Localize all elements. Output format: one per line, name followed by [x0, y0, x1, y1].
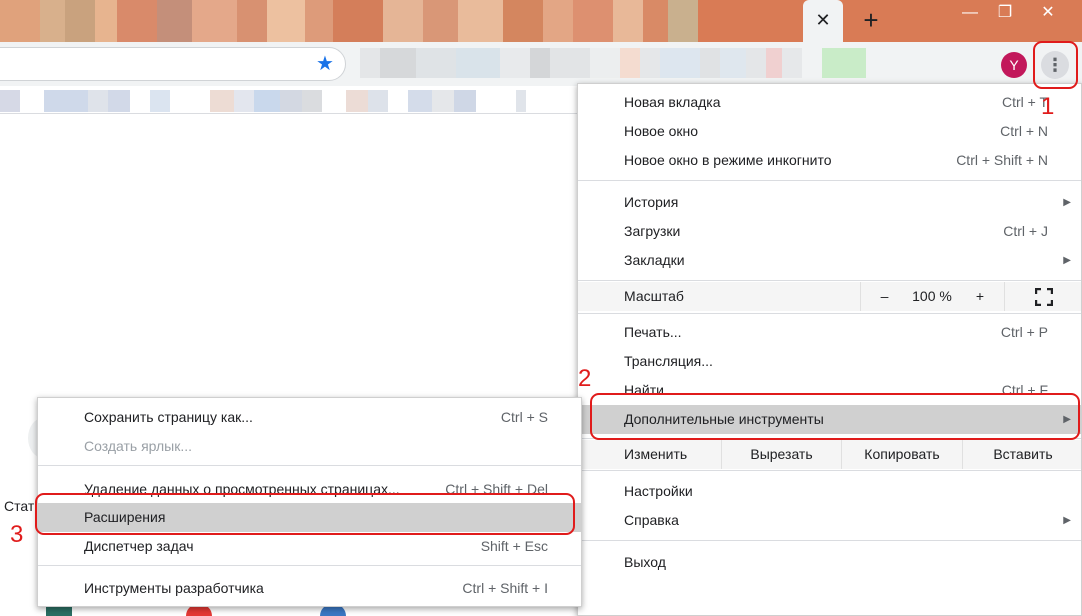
- submenu-arrow-icon: ▶: [1063, 515, 1071, 526]
- menu-item-dev-tools[interactable]: Инструменты разработчика Ctrl + Shift + …: [38, 574, 581, 603]
- fullscreen-icon: [1034, 287, 1054, 307]
- blurred-tabs: [0, 0, 698, 42]
- highlight-box: [35, 493, 575, 535]
- star-icon[interactable]: ★: [312, 50, 338, 78]
- step-number: 2: [578, 365, 592, 392]
- menu-item-new-tab[interactable]: Новая вкладка Ctrl + T: [578, 88, 1081, 117]
- menu-item-shortcut: Ctrl + J: [1003, 223, 1048, 239]
- menu-item-shortcut: Ctrl + S: [500, 409, 548, 425]
- menu-separator: [38, 465, 581, 466]
- menu-item-label: Диспетчер задач: [84, 538, 194, 554]
- menu-separator: [578, 470, 1081, 471]
- zoom-in-button[interactable]: +: [956, 282, 1004, 311]
- highlight-box: [1033, 41, 1078, 89]
- menu-item-label: История: [624, 194, 679, 210]
- menu-item-label: Закладки: [624, 252, 685, 268]
- menu-item-label: Новое окно: [624, 123, 699, 139]
- plus-icon[interactable]: +: [855, 4, 887, 36]
- minimize-icon[interactable]: —: [950, 0, 990, 28]
- title-bar: [0, 0, 1082, 42]
- menu-separator: [578, 540, 1081, 541]
- restore-icon[interactable]: ❐: [985, 0, 1025, 28]
- edit-row: Изменить Вырезать Копировать Вставить: [578, 440, 1081, 469]
- menu-item-label: Выход: [624, 554, 666, 570]
- menu-item-exit[interactable]: Выход: [578, 548, 1081, 577]
- menu-item-print[interactable]: Печать... Ctrl + P: [578, 318, 1081, 347]
- edit-label: Изменить: [624, 446, 688, 462]
- zoom-label: Масштаб: [624, 288, 684, 304]
- highlight-box: [590, 393, 1080, 440]
- close-icon[interactable]: ✕: [809, 6, 837, 34]
- menu-item-shortcut: Ctrl + Shift + I: [462, 580, 548, 596]
- menu-item-shortcut: Ctrl + Shift + N: [956, 152, 1048, 168]
- avatar[interactable]: Y: [1001, 52, 1027, 78]
- menu-item-save-page[interactable]: Сохранить страницу как... Ctrl + S: [38, 403, 581, 432]
- menu-separator: [38, 565, 581, 566]
- zoom-row: Масштаб – 100 % +: [578, 282, 1081, 311]
- menu-item-label: Сохранить страницу как...: [84, 409, 253, 425]
- menu-separator: [578, 180, 1081, 181]
- blurred-extensions: [360, 48, 866, 78]
- main-menu: Новая вкладка Ctrl + T Новое окно Ctrl +…: [577, 83, 1082, 616]
- menu-item-shortcut: Ctrl + P: [1000, 324, 1048, 340]
- submenu-arrow-icon: ▶: [1063, 197, 1071, 208]
- menu-item-label: Загрузки: [624, 223, 681, 239]
- menu-item-shortcut: Ctrl + N: [1000, 123, 1048, 139]
- menu-item-label: Трансляция...: [624, 353, 713, 369]
- menu-item-label: Справка: [624, 512, 679, 528]
- menu-item-label: Печать...: [624, 324, 682, 340]
- menu-item-incognito[interactable]: Новое окно в режиме инкогнито Ctrl + Shi…: [578, 146, 1081, 175]
- zoom-value: 100 %: [912, 288, 952, 304]
- menu-item-label: Новое окно в режиме инкогнито: [624, 152, 832, 168]
- menu-item-shortcut: Shift + Esc: [480, 538, 548, 554]
- menu-item-history[interactable]: История ▶: [578, 188, 1081, 217]
- menu-item-cast[interactable]: Трансляция...: [578, 347, 1081, 376]
- submenu-arrow-icon: ▶: [1063, 255, 1071, 266]
- paste-button[interactable]: Вставить: [962, 440, 1082, 469]
- step-number: 1: [1041, 93, 1055, 120]
- menu-item-downloads[interactable]: Загрузки Ctrl + J: [578, 217, 1081, 246]
- menu-item-task-manager[interactable]: Диспетчер задач Shift + Esc: [38, 532, 581, 561]
- address-bar[interactable]: [0, 47, 346, 81]
- close-icon[interactable]: ✕: [1028, 0, 1068, 28]
- step-number: 3: [10, 521, 24, 548]
- menu-item-new-window[interactable]: Новое окно Ctrl + N: [578, 117, 1081, 146]
- menu-item-bookmarks[interactable]: Закладки ▶: [578, 246, 1081, 275]
- menu-item-create-shortcut: Создать ярлык...: [38, 432, 581, 461]
- menu-item-help[interactable]: Справка ▶: [578, 506, 1081, 535]
- page-text: Стат: [4, 498, 35, 514]
- copy-button[interactable]: Копировать: [841, 440, 962, 469]
- menu-item-label: Настройки: [624, 483, 693, 499]
- menu-separator: [578, 280, 1081, 281]
- menu-separator: [578, 313, 1081, 314]
- menu-item-label: Инструменты разработчика: [84, 580, 264, 596]
- blurred-bookmarks: [0, 90, 526, 112]
- fullscreen-button[interactable]: [1004, 282, 1082, 311]
- menu-item-label: Новая вкладка: [624, 94, 721, 110]
- menu-item-settings[interactable]: Настройки: [578, 477, 1081, 506]
- menu-item-label: Создать ярлык...: [84, 438, 193, 454]
- zoom-out-button[interactable]: –: [860, 282, 908, 311]
- cut-button[interactable]: Вырезать: [721, 440, 841, 469]
